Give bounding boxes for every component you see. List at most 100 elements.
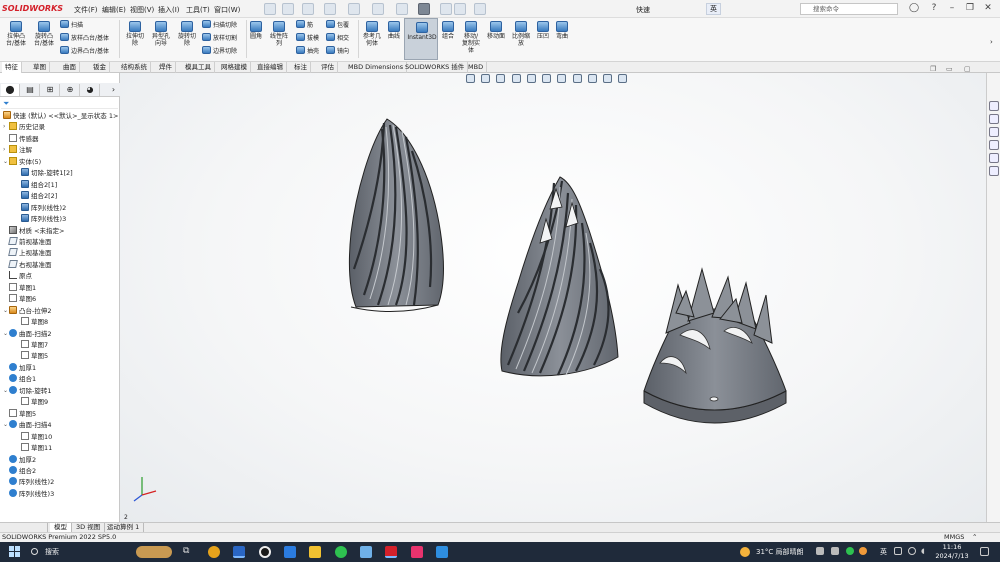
custom-properties-icon[interactable]	[989, 166, 999, 176]
tab-mbd[interactable]: MBD	[465, 62, 488, 73]
tree-item[interactable]: 阵列(线性)3	[9, 488, 54, 500]
tree-item[interactable]: 阵列(线性)2	[21, 202, 66, 214]
units-selector[interactable]: MMGS	[944, 533, 964, 542]
minimize-button[interactable]: –	[946, 3, 958, 15]
tree-collapse-icon[interactable]: ⌄	[3, 307, 8, 314]
notification-icon[interactable]	[980, 547, 989, 556]
wechat-icon[interactable]	[335, 546, 347, 558]
tray-app-icon-4[interactable]	[859, 547, 867, 555]
units-dropdown-icon[interactable]: ⌃	[972, 533, 977, 542]
indent-button[interactable]: 压凹	[535, 21, 551, 40]
tree-expand-icon[interactable]: ›	[3, 123, 5, 130]
tab-mbd-dimensions[interactable]: MBD Dimensions	[345, 62, 408, 73]
app-blue-icon[interactable]	[284, 546, 296, 558]
dimxpert-tab-icon[interactable]: ⊕	[61, 84, 80, 96]
tray-app-icon-1[interactable]	[816, 547, 824, 555]
home-icon[interactable]	[264, 3, 276, 15]
volume-icon[interactable]: ◖	[921, 547, 929, 555]
tree-item[interactable]: 阵列(线性)2	[9, 477, 54, 488]
tree-collapse-icon[interactable]: ⌄	[3, 387, 8, 394]
fillet-button[interactable]: 圆角	[248, 21, 264, 40]
taskbar-highlight-image[interactable]	[136, 546, 172, 558]
flex-button[interactable]: 弯曲	[554, 21, 570, 40]
dynamic-annotation-icon[interactable]	[526, 74, 536, 83]
display-style-icon[interactable]	[557, 74, 567, 83]
solidworks-resources-icon[interactable]	[989, 101, 999, 111]
tab-mesh-modeling[interactable]: 网格建模	[218, 62, 251, 73]
file-properties-icon[interactable]	[454, 3, 466, 15]
zoom-to-area-icon[interactable]	[481, 74, 491, 83]
display-manager-tab-icon[interactable]: ◕	[81, 84, 100, 96]
sweep-button[interactable]: 扫描	[60, 20, 83, 29]
tree-root-part[interactable]: 快速 (默认) <<默认>_显示状态 1>	[3, 111, 118, 122]
edit-appearance-icon[interactable]	[587, 74, 597, 83]
revolve-cut-button[interactable]: 旋转切 除	[176, 21, 198, 47]
tab-direct-editing[interactable]: 直接编辑	[254, 62, 287, 73]
file-explorer-icon[interactable]	[989, 127, 999, 137]
open-cone-model[interactable]	[643, 267, 787, 424]
property-manager-tab-icon[interactable]: ▤	[21, 84, 40, 96]
app-feishu-icon[interactable]	[436, 546, 448, 558]
loft-button[interactable]: 放样凸台/基体	[60, 33, 109, 42]
tab-evaluate[interactable]: 评估	[318, 62, 338, 73]
tab-sketch[interactable]: 草图	[30, 62, 50, 73]
tree-item[interactable]: 组合2[1]	[21, 179, 57, 191]
scale-button[interactable]: 比例缩 放	[510, 21, 532, 47]
obs-icon[interactable]	[259, 546, 271, 558]
rib-button[interactable]: 筋	[296, 20, 313, 29]
tray-app-icon-2[interactable]	[831, 547, 839, 555]
tree-item[interactable]: 曲面-扫描4	[9, 420, 51, 431]
tree-item[interactable]: 注解	[9, 145, 32, 156]
instant3d-button[interactable]: Instant3D	[404, 18, 438, 60]
ime-indicator[interactable]: 英	[880, 547, 887, 557]
mirror-button[interactable]: 镜向	[326, 46, 349, 55]
ime-toolbar[interactable]: 英	[706, 3, 721, 15]
chrome-icon[interactable]	[208, 546, 220, 558]
tree-item[interactable]: 组合2	[9, 465, 36, 477]
viewport-restore-icon[interactable]: ❐	[930, 65, 936, 73]
extrude-boss-button[interactable]: 拉伸凸 台/基体	[4, 21, 28, 47]
app-u-icon[interactable]	[233, 546, 245, 558]
draft-button[interactable]: 拔模	[296, 33, 319, 42]
menu-insert[interactable]: 插入(I)	[158, 5, 180, 15]
tree-item[interactable]: 材质 <未指定>	[9, 225, 64, 237]
restore-button[interactable]: ❐	[964, 3, 976, 15]
tree-item[interactable]: 历史记录	[9, 122, 45, 133]
tree-item[interactable]: 草图9	[21, 397, 48, 408]
previous-view-icon[interactable]	[496, 74, 506, 83]
tree-item[interactable]: 右视基准面	[8, 259, 52, 271]
taskbar-search-icon[interactable]	[31, 548, 38, 555]
wrap-button[interactable]: 包覆	[326, 20, 349, 29]
revolve-boss-button[interactable]: 旋转凸 台/基体	[32, 21, 56, 47]
search-command-input[interactable]: 搜索命令	[800, 3, 898, 15]
new-document-icon[interactable]	[282, 3, 294, 15]
menu-edit[interactable]: 编辑(E)	[102, 5, 126, 15]
sweep-cut-button[interactable]: 扫描切除	[202, 20, 237, 29]
zoom-to-fit-icon[interactable]	[466, 74, 475, 83]
tree-item[interactable]: 原点	[9, 271, 32, 282]
open-folder-icon[interactable]	[302, 3, 314, 15]
tree-item[interactable]: 凸台-拉伸2	[9, 305, 51, 317]
tab-solidworks-addins[interactable]: SOLIDWORKS 插件	[402, 62, 469, 73]
tree-item[interactable]: 实体(5)	[9, 156, 41, 168]
tab-features[interactable]: 特征	[2, 62, 22, 73]
apply-scene-icon[interactable]	[603, 74, 613, 83]
traffic-light-icon[interactable]	[440, 3, 452, 15]
options-gear-icon[interactable]	[474, 3, 486, 15]
tree-collapse-icon[interactable]: ⌄	[3, 421, 8, 428]
tree-item[interactable]: 传感器	[9, 133, 39, 145]
tree-item[interactable]: 草图7	[21, 340, 48, 351]
loft-cut-button[interactable]: 放样切割	[202, 33, 237, 42]
solidworks-taskbar-icon[interactable]	[385, 546, 397, 558]
view-orientation-icon[interactable]	[542, 74, 552, 83]
tree-filter-bar[interactable]: ⏷	[1, 99, 118, 109]
weather-text[interactable]: 31°C 局部晴朗	[756, 547, 804, 557]
hole-wizard-button[interactable]: 异型孔 向导	[150, 21, 172, 47]
save-icon[interactable]	[324, 3, 336, 15]
tab-sheet-metal[interactable]: 钣金	[90, 62, 110, 73]
configuration-manager-tab-icon[interactable]: ⊞	[41, 84, 60, 96]
ribbon-scroll-arrow-icon[interactable]: ›	[990, 38, 993, 46]
user-account-icon[interactable]: ◯	[908, 3, 920, 15]
linear-pattern-button[interactable]: 线性阵 列	[268, 21, 290, 47]
graphics-area[interactable]: 2	[120, 73, 986, 522]
